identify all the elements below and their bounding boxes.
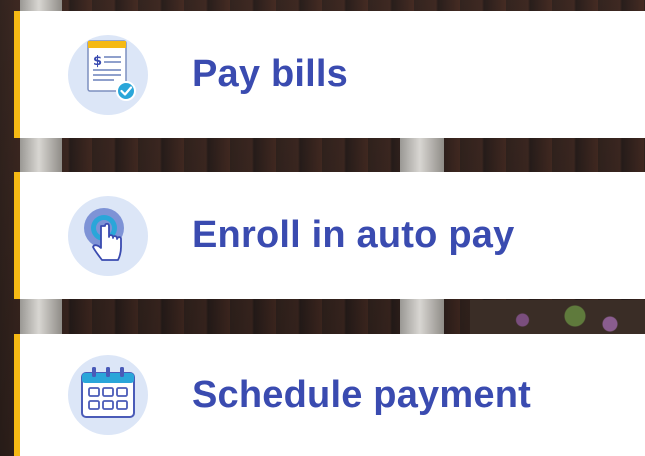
svg-text:$: $ — [93, 54, 102, 69]
pay-bills-item[interactable]: $ Pay bills — [14, 11, 645, 138]
enroll-auto-pay-label: Enroll in auto pay — [192, 214, 515, 256]
schedule-payment-item[interactable]: Schedule payment — [14, 334, 645, 456]
schedule-payment-label: Schedule payment — [192, 373, 531, 416]
calendar-icon — [68, 355, 148, 435]
enroll-auto-pay-item[interactable]: Enroll in auto pay — [14, 172, 645, 299]
bill-document-icon: $ — [68, 34, 148, 115]
pay-bills-label: Pay bills — [192, 53, 348, 95]
tap-finger-icon — [68, 195, 148, 276]
